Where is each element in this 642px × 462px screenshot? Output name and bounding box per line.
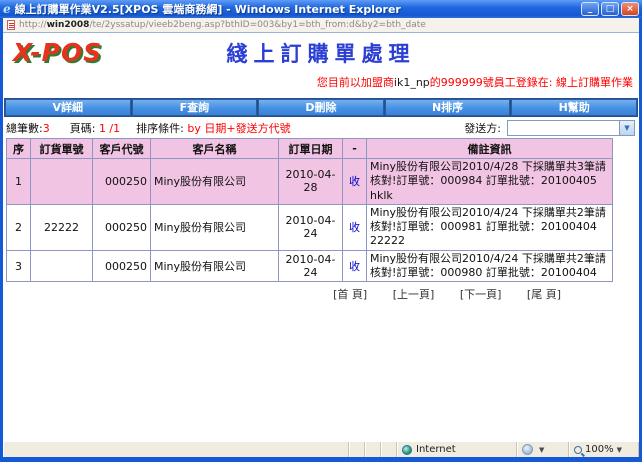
close-button[interactable]: × [621,2,639,16]
cell-customer-name: Miny股份有限公司 [151,204,279,250]
cell-order-date: 2010-04-28 [279,159,343,205]
protected-mode-segment[interactable]: ▼ [517,442,569,457]
zoom-level: 100% [585,444,614,455]
cell-order-date: 2010-04-24 [279,204,343,250]
cell-order-no [31,250,93,282]
sender-value [508,121,619,135]
toolbar: V詳細 F查詢 D刪除 N排序 H幫助 [4,98,638,117]
cell-receive: 收 [343,159,367,205]
col-order-no: 訂貨單號 [31,139,93,159]
pagination: [首 頁] [上一頁] [下一頁] [尾 頁] [3,286,639,302]
ie-logo-icon: e [3,2,11,16]
cell-order-no [31,159,93,205]
last-page-link[interactable]: [尾 頁] [527,288,561,301]
col-dash: - [343,139,367,159]
cell-remark: Miny股份有限公司2010/4/24 下採購單共2筆請核對!訂單號：00098… [367,250,613,282]
table-row[interactable]: 1 000250 Miny股份有限公司 2010-04-28 收 Miny股份有… [7,159,613,205]
cell-order-no: 22222 [31,204,93,250]
browser-window: e 線上訂購單作業V2.5[XPOS 雲端商務網] - Windows Inte… [0,0,642,462]
window-title: 線上訂購單作業V2.5[XPOS 雲端商務網] - Windows Intern… [15,1,579,17]
delete-button[interactable]: D刪除 [258,99,384,116]
table-header-row: 序 訂貨單號 客戶代號 客戶名稱 訂單日期 - 備註資訊 [7,139,613,159]
receive-link[interactable]: 收 [349,175,360,188]
url-text[interactable]: http://win2008/te/2yssatup/vieeb2beng.as… [19,20,426,30]
cell-seq: 2 [7,204,31,250]
address-bar[interactable]: http://win2008/te/2yssatup/vieeb2beng.as… [3,18,639,33]
maximize-button[interactable]: □ [601,2,619,16]
dropdown-arrow-icon[interactable]: ▼ [617,446,622,454]
page-number: 頁碼: 1 /1 [70,120,120,136]
col-seq: 序 [7,139,31,159]
receive-link[interactable]: 收 [349,221,360,234]
page-title: 綫上訂購單處理 [3,38,639,68]
protected-mode-icon [522,444,533,455]
cell-seq: 1 [7,159,31,205]
dropdown-arrow-icon[interactable]: ▼ [539,446,544,454]
page-header: X-POS 綫上訂購單處理 [3,36,639,70]
sort-condition: 排序條件: by 日期+發送方代號 [136,120,290,136]
col-order-date: 訂單日期 [279,139,343,159]
zone-label: Internet [416,444,456,455]
cell-seq: 3 [7,250,31,282]
col-customer-code: 客戶代號 [93,139,151,159]
zoom-control[interactable]: 100% ▼ [569,442,639,457]
minimize-button[interactable]: _ [581,2,599,16]
merchant-id: ik1_np [394,76,430,89]
detail-button[interactable]: V詳細 [5,99,131,116]
orders-table: 序 訂貨單號 客戶代號 客戶名稱 訂單日期 - 備註資訊 1 000250 M [6,138,613,282]
cell-order-date: 2010-04-24 [279,250,343,282]
cell-customer-code: 000250 [93,250,151,282]
status-message-area [3,442,349,457]
receive-link[interactable]: 收 [349,260,360,273]
info-bar: 總筆數:3 頁碼: 1 /1 排序條件: by 日期+發送方代號 發送方: ▼ [6,119,637,136]
title-bar: e 線上訂購單作業V2.5[XPOS 雲端商務網] - Windows Inte… [0,0,642,18]
sender-label: 發送方: [464,120,501,136]
help-button[interactable]: H幫助 [511,99,637,116]
sort-button[interactable]: N排序 [385,99,511,116]
col-remark: 備註資訊 [367,139,613,159]
login-status: 您目前以加盟商ik1_np的999999號員工登錄在: 線上訂購單作業 [3,74,639,90]
query-button[interactable]: F查詢 [132,99,258,116]
internet-globe-icon [402,445,412,455]
combo-arrow-icon[interactable]: ▼ [619,121,634,135]
cell-remark: Miny股份有限公司2010/4/28 下採購單共3筆請核對!訂單號：00098… [367,159,613,205]
status-bar: Internet ▼ 100% ▼ [3,441,639,457]
window-frame: http://win2008/te/2yssatup/vieeb2beng.as… [0,18,642,462]
total-count: 總筆數:3 [6,120,50,136]
prev-page-link[interactable]: [上一頁] [393,288,435,301]
first-page-link[interactable]: [首 頁] [333,288,367,301]
cell-customer-code: 000250 [93,204,151,250]
cell-receive: 收 [343,250,367,282]
table-row[interactable]: 2 22222 000250 Miny股份有限公司 2010-04-24 收 M… [7,204,613,250]
cell-customer-code: 000250 [93,159,151,205]
col-customer-name: 客戶名稱 [151,139,279,159]
page-content: X-POS 綫上訂購單處理 您目前以加盟商ik1_np的999999號員工登錄在… [3,33,639,441]
next-page-link[interactable]: [下一頁] [460,288,502,301]
cell-customer-name: Miny股份有限公司 [151,159,279,205]
sender-select[interactable]: ▼ [507,120,635,136]
cell-customer-name: Miny股份有限公司 [151,250,279,282]
table-row[interactable]: 3 000250 Miny股份有限公司 2010-04-24 收 Miny股份有… [7,250,613,282]
page-icon [7,20,15,30]
zoom-magnifier-icon [574,446,582,454]
security-zone: Internet [397,442,517,457]
cell-receive: 收 [343,204,367,250]
cell-remark: Miny股份有限公司2010/4/24 下採購單共2筆請核對!訂單號：00098… [367,204,613,250]
